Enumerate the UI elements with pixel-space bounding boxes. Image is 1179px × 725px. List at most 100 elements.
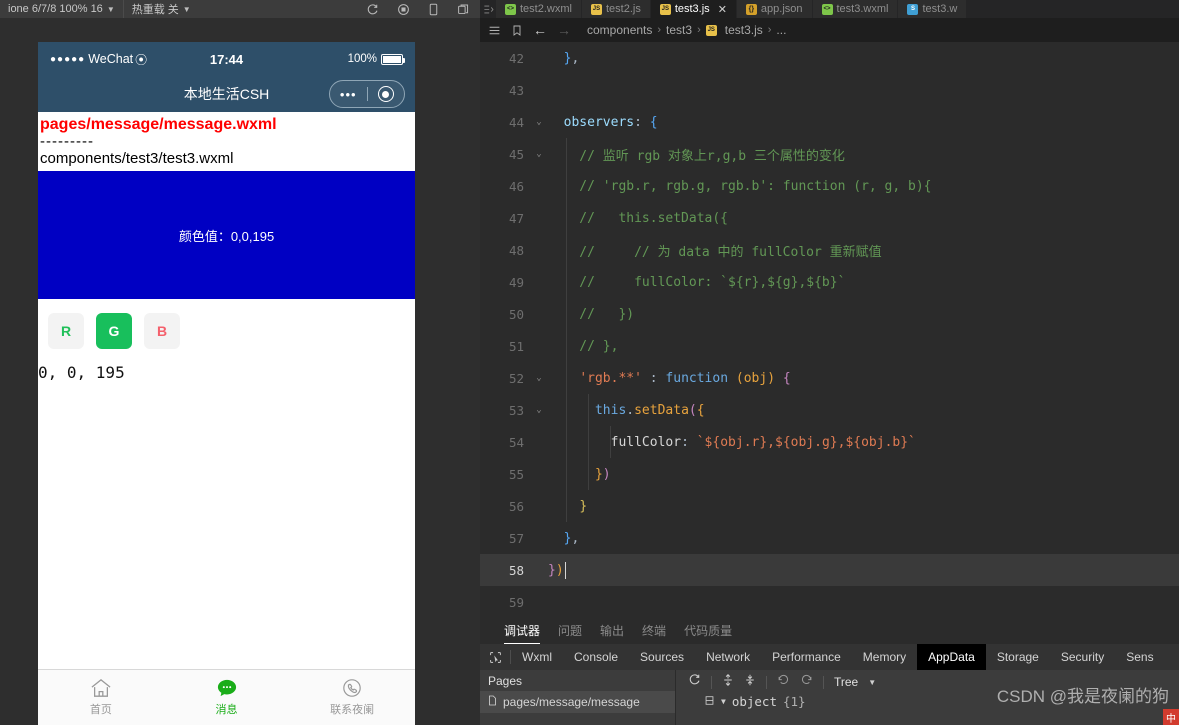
- code-line[interactable]: 56 }: [480, 490, 1179, 522]
- indent-guide: [566, 138, 567, 170]
- devtools-tab-sens[interactable]: Sens: [1115, 644, 1164, 670]
- phone-tab-bar: 首页 消息 联系夜阑: [38, 669, 415, 725]
- editor-tab-label: test3.js: [674, 3, 710, 15]
- back-button[interactable]: ←: [533, 22, 547, 38]
- devtools-tab-sources[interactable]: Sources: [629, 644, 695, 670]
- sim-tab-home[interactable]: 首页: [38, 670, 164, 725]
- code-text: observers: {: [563, 114, 658, 130]
- panel-tab-0[interactable]: 调试器: [504, 622, 541, 644]
- close-icon[interactable]: ✕: [718, 3, 727, 16]
- code-line[interactable]: 48 // // 为 data 中的 fullColor 重新赋值: [480, 234, 1179, 266]
- color-value-label: 颜色值：0,0,195: [178, 228, 275, 244]
- chevron-down-icon[interactable]: ⌄: [530, 117, 548, 127]
- rgb-button-g[interactable]: G: [96, 313, 132, 349]
- undo-icon[interactable]: [777, 673, 790, 691]
- refresh-icon[interactable]: [366, 3, 379, 16]
- sim-tab-contact[interactable]: 联系夜阑: [289, 670, 415, 725]
- hot-reload-selector[interactable]: 热重载 关 ▼: [124, 0, 199, 18]
- expand-all-icon[interactable]: [722, 673, 734, 691]
- code-line[interactable]: 50 // }): [480, 298, 1179, 330]
- devtools-tab-storage[interactable]: Storage: [986, 644, 1050, 670]
- editor-tab-bar: <> test2.wxml JS test2.js JS test3.js ✕{} app.j…: [480, 0, 1179, 18]
- code-line[interactable]: 47 // this.setData({: [480, 202, 1179, 234]
- breadcrumb-segment[interactable]: ...: [776, 23, 786, 37]
- devtools-tab-appdata[interactable]: AppData: [917, 644, 986, 670]
- devtools-tab-security[interactable]: Security: [1050, 644, 1115, 670]
- panel-tab-3[interactable]: 终端: [642, 622, 666, 644]
- code-line[interactable]: 45 ⌄ // 监听 rgb 对象上r,g,b 三个属性的变化: [480, 138, 1179, 170]
- chevron-down-icon[interactable]: ▼: [721, 697, 726, 706]
- carrier-label: WeChat: [88, 52, 134, 66]
- code-line[interactable]: 46 // 'rgb.r, rgb.g, rgb.b': function (r…: [480, 170, 1179, 202]
- forward-button[interactable]: →: [557, 22, 571, 38]
- code-text: // 'rgb.r, rgb.g, rgb.b': function (r, g…: [548, 178, 932, 194]
- editor-tab-test2-wxml[interactable]: <> test2.wxml: [496, 0, 582, 18]
- bookmark-icon[interactable]: [511, 24, 523, 37]
- code-text: // // 为 data 中的 fullColor 重新赋值: [548, 244, 882, 260]
- phone-icon[interactable]: [428, 3, 439, 16]
- text-cursor: [564, 561, 566, 579]
- code-editor[interactable]: 42 }, 43 44 ⌄ observers: { 45 ⌄ // 监听 rgb 对象上…: [480, 42, 1179, 618]
- chevron-down-icon[interactable]: ⌄: [530, 149, 548, 159]
- code-line[interactable]: 54 fullColor: `${obj.r},${obj.g},${obj.b…: [480, 426, 1179, 458]
- panel-tab-2[interactable]: 输出: [600, 622, 624, 644]
- editor-tab-app-json[interactable]: {} app.json: [736, 0, 813, 18]
- code-line[interactable]: 49 // fullColor: `${r},${g},${b}`: [480, 266, 1179, 298]
- code-line[interactable]: 51 // },: [480, 330, 1179, 362]
- devtools-tab-wxml[interactable]: Wxml: [511, 644, 563, 670]
- code-line[interactable]: 57 },: [480, 522, 1179, 554]
- redo-icon[interactable]: [800, 673, 813, 691]
- page-list-item[interactable]: pages/message/message: [480, 691, 675, 713]
- copy-icon[interactable]: [457, 3, 470, 16]
- collapse-all-icon[interactable]: [744, 673, 756, 691]
- list-icon[interactable]: [488, 24, 501, 37]
- code-line[interactable]: 52 ⌄ 'rgb.**' : function (obj) {: [480, 362, 1179, 394]
- rgb-button-b[interactable]: B: [144, 313, 180, 349]
- record-icon[interactable]: [397, 3, 410, 16]
- devtools-tab-list: Wxml Console Sources Network Performance Memo…: [511, 644, 1165, 670]
- rgb-button-r[interactable]: R: [48, 313, 84, 349]
- open-editors-icon[interactable]: [480, 0, 496, 18]
- tab-list: <> test2.wxml JS test2.js JS test3.js ✕{} app.j…: [496, 0, 968, 18]
- sim-tab-label: 消息: [215, 704, 238, 716]
- code-line[interactable]: 53 ⌄ this.setData({: [480, 394, 1179, 426]
- editor-tab-test3-js[interactable]: JS test3.js ✕: [650, 0, 737, 18]
- code-text: // 监听 rgb 对象上r,g,b 三个属性的变化: [548, 148, 845, 164]
- hot-reload-label: 热重载 关: [131, 4, 179, 16]
- code-line[interactable]: 42 },: [480, 42, 1179, 74]
- cursor-select-icon[interactable]: [480, 651, 510, 664]
- editor-tab-test3-wxml[interactable]: <> test3.wxml: [812, 0, 899, 18]
- code-text: },: [563, 50, 580, 66]
- devtools-tab-network[interactable]: Network: [695, 644, 761, 670]
- devtools-tab-console[interactable]: Console: [563, 644, 629, 670]
- code-line[interactable]: 58}): [480, 554, 1179, 586]
- line-number: 44: [508, 114, 524, 130]
- view-mode-label[interactable]: Tree: [834, 675, 858, 689]
- target-icon[interactable]: [368, 86, 405, 102]
- editor-tab-test3-w[interactable]: Stest3.w: [898, 0, 968, 18]
- device-selector[interactable]: ione 6/7/8 100% 16 ▼: [0, 0, 123, 18]
- indent-guide: [566, 458, 567, 490]
- code-line[interactable]: 59: [480, 586, 1179, 618]
- code-line[interactable]: 44 ⌄ observers: {: [480, 106, 1179, 138]
- breadcrumb-separator: ›: [767, 24, 772, 36]
- code-line[interactable]: 55 }): [480, 458, 1179, 490]
- refresh-icon[interactable]: [688, 673, 701, 691]
- panel-tab-1[interactable]: 问题: [558, 622, 582, 644]
- chevron-down-icon[interactable]: ▼: [868, 678, 876, 687]
- breadcrumb-segment[interactable]: test3.js: [725, 23, 763, 37]
- sim-tab-message[interactable]: 消息: [164, 670, 290, 725]
- capsule-button[interactable]: •••: [329, 80, 405, 108]
- breadcrumb-segment[interactable]: components: [587, 23, 652, 37]
- rgb-button-row: RGB: [38, 299, 415, 355]
- sim-tab-label: 首页: [89, 704, 112, 716]
- more-icon[interactable]: •••: [330, 88, 367, 101]
- panel-tab-4[interactable]: 代码质量: [684, 622, 732, 644]
- devtools-tab-memory[interactable]: Memory: [852, 644, 917, 670]
- code-line[interactable]: 43: [480, 74, 1179, 106]
- devtools-tab-performance[interactable]: Performance: [761, 644, 852, 670]
- breadcrumb-segment[interactable]: test3: [666, 23, 692, 37]
- chevron-down-icon[interactable]: ⌄: [530, 373, 548, 383]
- editor-tab-test2-js[interactable]: JS test2.js: [581, 0, 651, 18]
- chevron-down-icon[interactable]: ⌄: [530, 405, 548, 415]
